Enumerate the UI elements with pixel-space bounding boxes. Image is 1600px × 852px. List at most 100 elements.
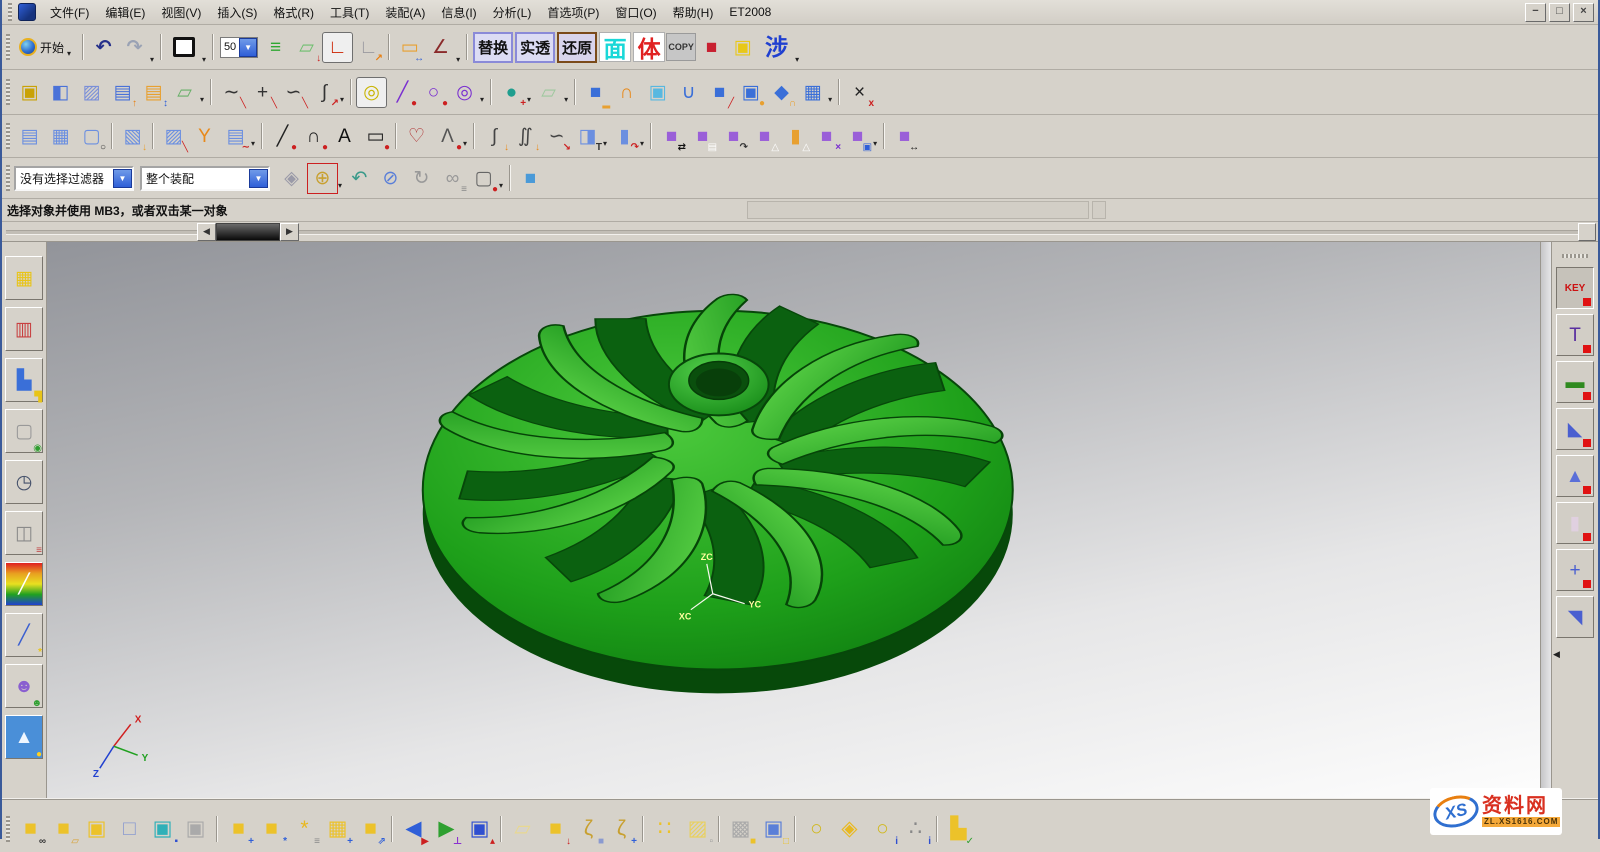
face-button[interactable]: 面 [599,32,631,62]
t-bolt-part-icon[interactable]: T [1556,314,1594,356]
menu-information[interactable]: 信息(I) [433,2,484,23]
pattern-feature-icon[interactable]: ▦ [797,77,828,108]
assembly-info-icon[interactable]: ○i [866,811,899,846]
object-color-button[interactable] [166,32,202,63]
roles-people-icon[interactable]: ☻☻ [5,664,43,708]
elbow-part-icon[interactable]: ◥ [1556,596,1594,638]
key-part-icon[interactable]: KEY [1556,267,1594,309]
product-interface-icon[interactable]: ◈ [833,811,866,846]
restore-button[interactable]: □ [1549,3,1570,22]
new-component-icon[interactable]: ■* [255,811,288,846]
horizontal-scrollbar[interactable]: ◀ ▶ [2,222,1598,242]
bounded-plane-icon-dropdown[interactable]: ▾ [251,139,255,148]
styled-sweep-icon[interactable]: ▨╲ [158,121,189,152]
line-icon[interactable]: ╱● [387,77,418,108]
pattern-feature-icon-dropdown[interactable]: ▾ [828,95,832,104]
snap-point-icon-dropdown[interactable]: ▾ [338,181,342,190]
yellow-cube-button[interactable]: ▣ [727,32,758,63]
vertical-scrollbar[interactable] [1540,242,1551,798]
show-component-icon[interactable]: ▣ [80,811,113,846]
extrude-icon[interactable]: ■▂ [580,77,611,108]
replace-face-icon[interactable]: ■△ [749,121,780,152]
impeller-bore[interactable] [696,369,742,397]
color-dropdown-icon[interactable]: ▾ [202,55,206,64]
selection-filter-dropdown[interactable]: 没有选择过滤器 ▼ [14,166,134,191]
menu-format[interactable]: 格式(R) [265,2,322,23]
boolean-shapes-icon-dropdown[interactable]: ▾ [527,95,531,104]
plate-part-icon[interactable]: ▲○ [1556,455,1594,497]
measure-distance-button[interactable]: ▭ ↔ [394,32,425,63]
scroll-right-button[interactable]: ▶ [280,223,299,241]
bracket-part-icon[interactable]: ◣ [1556,408,1594,450]
shaded-cube-icon[interactable]: ■ [515,163,546,194]
split-body-icon[interactable]: ◧ [45,77,76,108]
start-dropdown-icon[interactable]: ▾ [67,49,71,58]
move-face-icon[interactable]: ■⇄ [656,121,687,152]
start-button[interactable]: 开始 ▾ [14,32,78,63]
exploded-views-icon[interactable]: ▨▫ [681,811,714,846]
eraser-icon[interactable]: ⊘ [375,163,406,194]
check-clearance-icon[interactable]: ▙✓ [942,811,975,846]
scene-palette-icon[interactable]: ◫≡ [5,511,43,555]
bushing-part-icon[interactable]: ▮ [1556,502,1594,544]
arc-icon[interactable]: ∩● [298,121,329,152]
link-part-icon[interactable]: ▬ [1556,361,1594,403]
red-cube-button[interactable]: ■ [696,32,727,63]
wcs-display-button[interactable]: ∟ [322,32,353,63]
see-through-button[interactable]: 实透 [515,32,555,63]
cavity-icon[interactable]: ∪ [673,77,704,108]
through-curves-icon[interactable]: ▦ [45,121,76,152]
bridge-curve-icon[interactable]: ∫↗ [309,77,340,108]
scroll-left-button[interactable]: ◀ [197,223,216,241]
plane-icon-dropdown[interactable]: ▾ [564,95,568,104]
intersection-curve-icon[interactable]: ∽↘ [541,121,572,152]
swept-surface-icon[interactable]: ▧↓ [117,121,148,152]
n-sided-surface-icon[interactable]: ▢○ [76,121,107,152]
extrude-sheet-icon[interactable]: ▤↑ [107,77,138,108]
toolbar-handle[interactable] [6,123,10,149]
wrap-curve-icon-dropdown[interactable]: ▾ [640,139,644,148]
ruled-surface-icon[interactable]: ▤ [14,121,45,152]
resize-face-icon[interactable]: ■↔ [889,121,920,152]
constraint-navigator-icon[interactable]: ▥ [5,307,43,351]
copy-face-icon-dropdown[interactable]: ▾ [873,139,877,148]
redo-dropdown-icon[interactable]: ▾ [150,55,154,64]
studio-spline-icon[interactable]: ♡ [401,121,432,152]
hide-component-icon[interactable]: □ [113,811,146,846]
delete-face-icon[interactable]: ■× [811,121,842,152]
spline-icon-dropdown[interactable]: ▾ [463,139,467,148]
find-component-icon[interactable]: ■∞ [14,811,47,846]
wave-geometry-icon[interactable]: ○ [800,811,833,846]
move-to-layer-button[interactable]: ▱ ↓ [291,32,322,63]
hole-icon[interactable]: ▣● [735,77,766,108]
deform-sheet-icon[interactable]: ▨ [76,77,107,108]
datum-plane-icon-dropdown[interactable]: ▾ [200,95,204,104]
find-in-tree-icon[interactable]: ∞≡ [437,163,468,194]
redo-button[interactable]: ↷ [119,32,150,63]
revolve-icon[interactable]: ∩ [611,77,642,108]
layer-spinner-button[interactable]: ▼ [239,38,257,57]
menu-help[interactable]: 帮助(H) [665,2,722,23]
part-navigator-icon[interactable]: ▙▜ [5,358,43,402]
palette-collapse-arrow[interactable]: ◀ [1553,649,1560,660]
wcs-dynamics-button[interactable]: ∟ ↗ [353,32,384,63]
new-parent-icon[interactable]: *≡ [288,811,321,846]
relations-browser-icon[interactable]: ∴i [899,811,932,846]
assembly-navigator-icon[interactable]: ▦ [5,256,43,300]
menu-et2008[interactable]: ET2008 [721,3,779,21]
boss-icon[interactable]: ◆∩ [766,77,797,108]
trim-curve-icon[interactable]: ∼╲ [216,77,247,108]
she-dropdown-icon[interactable]: ▾ [795,55,799,64]
circle-point-icon[interactable]: ○● [418,77,449,108]
section-curve-icon[interactable]: ◨T [572,121,603,152]
chain-curve-icon[interactable]: ◎ [356,77,387,108]
visualization-wand-icon[interactable]: ╱ [5,562,43,606]
sketch-icon[interactable]: ▣ [14,77,45,108]
snapshot-icon[interactable]: ▣▪ [146,811,179,846]
impeller-model[interactable] [423,291,1013,693]
datum-plane-icon[interactable]: ▱ [169,77,200,108]
spline-icon[interactable]: Λ● [432,121,463,152]
replace-button[interactable]: 替换 [473,32,513,63]
section-surface-icon[interactable]: Y [189,121,220,152]
graphics-viewport[interactable]: ZC YC XC X Y Z [47,242,1540,798]
